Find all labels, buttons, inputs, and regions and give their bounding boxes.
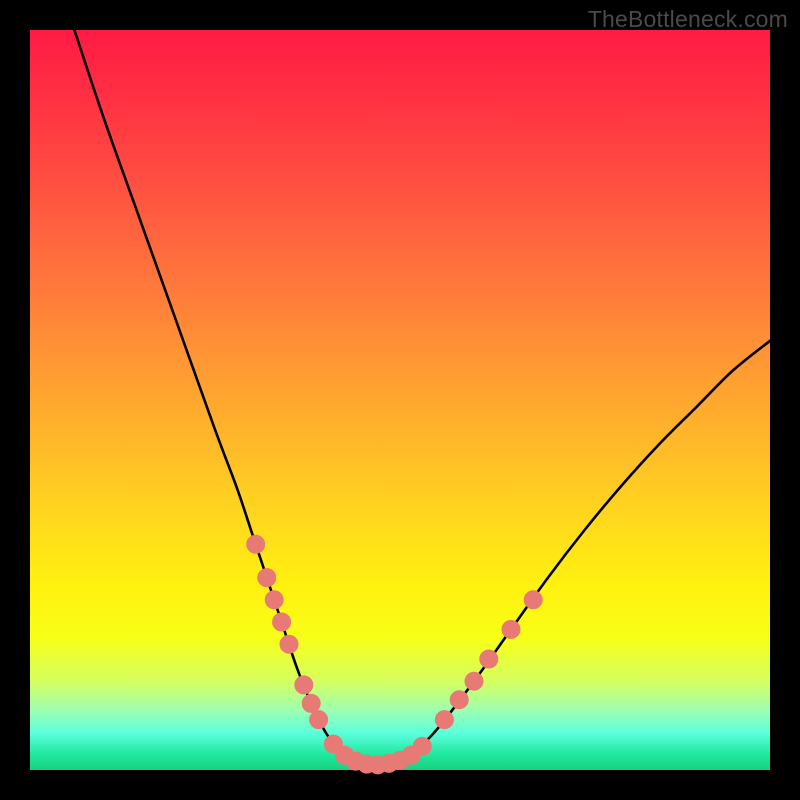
curve-marker [295, 676, 313, 694]
curve-marker [480, 650, 498, 668]
curve-marker [413, 737, 431, 755]
curve-marker [502, 620, 520, 638]
bottleneck-curve-path [74, 30, 770, 765]
watermark-text: TheBottleneck.com [588, 6, 788, 33]
curve-marker [465, 672, 483, 690]
curve-marker [273, 613, 291, 631]
curve-marker [450, 691, 468, 709]
curve-marker [258, 569, 276, 587]
chart-frame: TheBottleneck.com [0, 0, 800, 800]
bottleneck-curve-svg [30, 30, 770, 770]
curve-marker [247, 535, 265, 553]
curve-marker [265, 591, 283, 609]
plot-area [30, 30, 770, 770]
curve-marker [310, 711, 328, 729]
curve-marker [524, 591, 542, 609]
curve-marker [302, 694, 320, 712]
curve-marker [435, 711, 453, 729]
curve-marker [280, 635, 298, 653]
